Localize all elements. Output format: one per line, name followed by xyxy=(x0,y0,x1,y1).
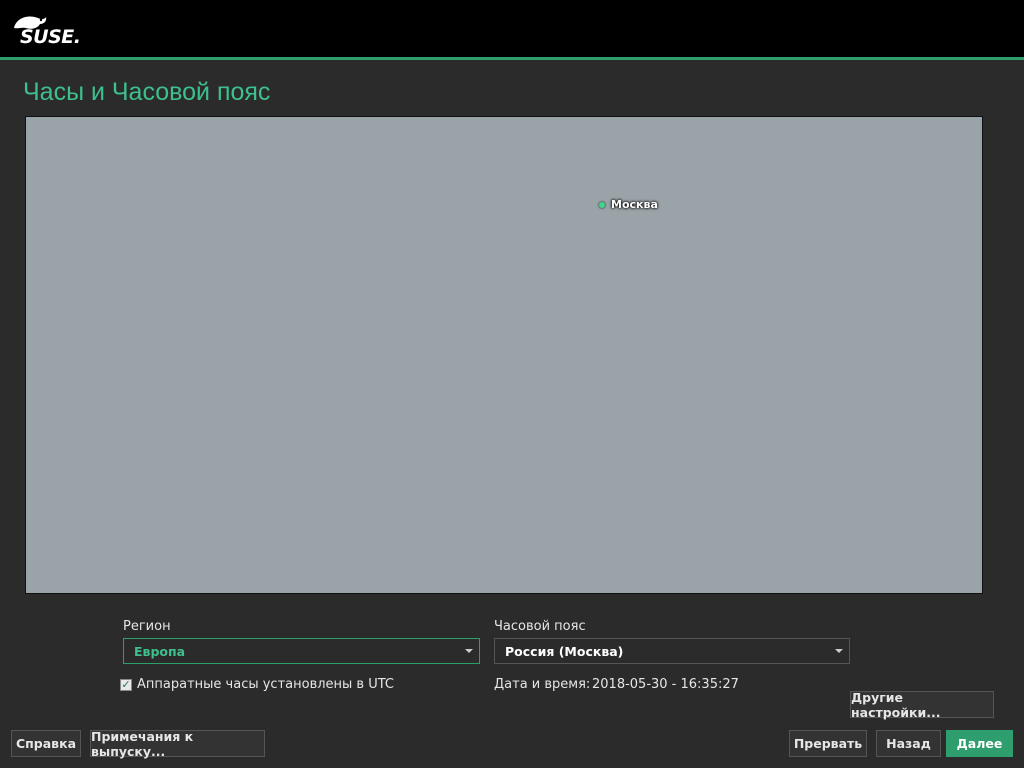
world-map[interactable] xyxy=(25,116,983,594)
help-button[interactable]: Справка xyxy=(11,730,81,757)
other-settings-button[interactable]: Другие настройки... xyxy=(850,690,994,720)
chevron-down-icon xyxy=(835,649,843,653)
selected-city-label: Москва xyxy=(611,198,658,211)
datetime-label: Дата и время: xyxy=(494,677,591,692)
page-title: Часы и Часовой пояс xyxy=(23,78,271,106)
release-notes-button[interactable]: Примечания к выпуску... xyxy=(90,729,265,759)
datetime-value: 2018-05-30 - 16:35:27 xyxy=(592,677,739,692)
timezone-select[interactable]: Россия (Москва) xyxy=(494,638,850,664)
region-select-value: Европа xyxy=(134,643,186,659)
next-button[interactable]: Далее xyxy=(946,730,1013,757)
logo-text: SUSE. xyxy=(20,26,81,48)
abort-button[interactable]: Прервать xyxy=(789,730,867,757)
top-bar-accent-line xyxy=(0,57,1024,60)
region-select[interactable]: Европа xyxy=(123,638,480,664)
hardware-clock-label[interactable]: Аппаратные часы установлены в UTC xyxy=(137,677,394,692)
top-bar: SUSE. xyxy=(0,0,1024,57)
hardware-clock-checkbox[interactable]: ✓ xyxy=(120,679,132,691)
timezone-select-value: Россия (Москва) xyxy=(505,643,624,659)
suse-logo: SUSE. xyxy=(12,12,82,48)
timezone-label: Часовой пояс xyxy=(494,619,586,634)
back-button[interactable]: Назад xyxy=(876,730,941,757)
selected-city-marker xyxy=(599,202,605,208)
region-label: Регион xyxy=(123,619,171,634)
checkmark-icon: ✓ xyxy=(121,678,131,691)
chevron-down-icon xyxy=(465,649,473,653)
